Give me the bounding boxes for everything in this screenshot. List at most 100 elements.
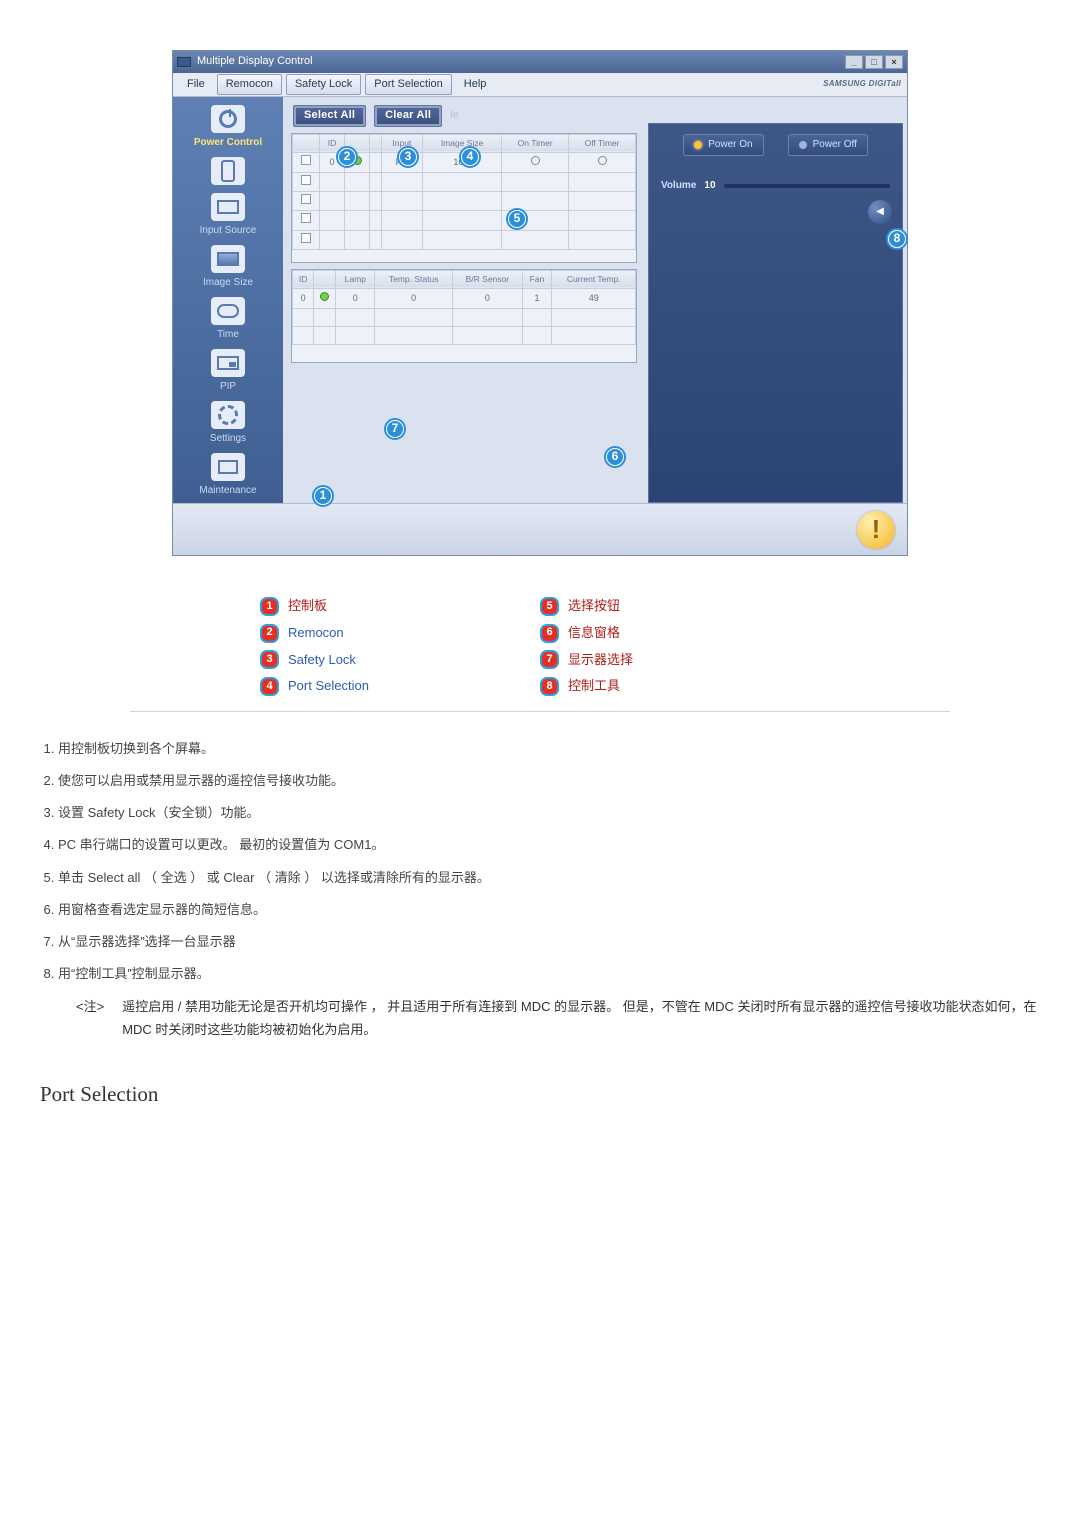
sidebar-item-label: Settings	[210, 431, 246, 447]
cell-temp-status: 0	[375, 289, 453, 308]
col-temp-status: Temp. Status	[375, 270, 453, 289]
col-off-timer: Off Timer	[569, 134, 636, 153]
sidebar-item-image-size[interactable]: Image Size	[173, 243, 283, 295]
power-off-button[interactable]: Power Off	[788, 134, 868, 156]
status-on-icon	[320, 292, 329, 301]
gear-icon	[211, 401, 245, 429]
samsung-logo: SAMSUNG DIGITall	[823, 78, 901, 91]
time-icon	[211, 297, 245, 325]
col-current-temp: Current Temp.	[552, 270, 636, 289]
note-item: PC 串行端口的设置可以更改。 最初的设置值为 COM1。	[58, 834, 1040, 856]
col-check	[293, 134, 320, 153]
off-timer-icon	[598, 156, 607, 165]
legend-badge: 8	[540, 677, 559, 696]
volume-label: Volume	[661, 178, 696, 194]
menu-safety-lock[interactable]: Safety Lock	[286, 74, 361, 96]
power-icon	[211, 105, 245, 133]
legend-text: Remocon	[288, 623, 344, 644]
legend-badge: 6	[540, 624, 559, 643]
row-checkbox[interactable]	[301, 175, 311, 185]
power-on-indicator-icon	[694, 141, 702, 149]
app-icon	[177, 57, 191, 67]
menu-port-selection[interactable]: Port Selection	[365, 74, 451, 96]
legend-text: 选择按钮	[568, 596, 620, 617]
main-panel: Select All Clear All le ID	[283, 97, 907, 503]
volume-control: Volume 10	[661, 178, 890, 194]
note-item: 单击 Select all （ 全选 ） 或 Clear （ 清除 ） 以选择或…	[58, 867, 1040, 889]
cell-cur-temp: 49	[552, 289, 636, 308]
sidebar-item-label: Image Size	[203, 275, 253, 291]
cell-id: 0	[293, 289, 314, 308]
col-fan: Fan	[522, 270, 552, 289]
row-checkbox[interactable]	[301, 233, 311, 243]
pip-icon	[211, 349, 245, 377]
notes-list: 用控制板切换到各个屏幕。 使您可以启用或禁用显示器的遥控信号接收功能。 设置 S…	[58, 738, 1040, 985]
window-title: Multiple Display Control	[197, 53, 313, 71]
badge-1: 1	[312, 485, 334, 507]
power-on-label: Power On	[708, 137, 752, 153]
legend-badge: 5	[540, 597, 559, 616]
note-item: 使您可以启用或禁用显示器的遥控信号接收功能。	[58, 770, 1040, 792]
note-item: 用窗格查看选定显示器的简短信息。	[58, 899, 1040, 921]
alert-icon: !	[857, 511, 895, 549]
sidebar-item-input-source[interactable]: Input Source	[173, 191, 283, 243]
badge-2: 2	[336, 146, 358, 168]
clear-all-button[interactable]: Clear All	[374, 105, 442, 127]
sidebar-item-label: PIP	[220, 379, 236, 395]
col-status	[314, 270, 336, 289]
volume-value: 10	[704, 178, 715, 194]
note-item: 用“控制工具”控制显示器。	[58, 963, 1040, 985]
speaker-icon[interactable]: ◀	[868, 200, 892, 224]
sidebar-item-pip[interactable]: PIP	[173, 347, 283, 399]
sidebar-item-maintenance[interactable]: Maintenance	[173, 451, 283, 503]
sidebar: Power Control Input Source Image Size	[173, 97, 283, 503]
footnote-text: 遥控启用 / 禁用功能无论是否开机均可操作 ， 并且适用于所有连接到 MDC 的…	[122, 995, 1040, 1042]
sidebar-item-remocon[interactable]	[173, 155, 283, 191]
note-item: 用控制板切换到各个屏幕。	[58, 738, 1040, 760]
row-checkbox[interactable]	[301, 213, 311, 223]
badge-5: 5	[506, 208, 528, 230]
row-checkbox[interactable]	[301, 155, 311, 165]
col-on-timer: On Timer	[502, 134, 569, 153]
badge-3: 3	[397, 146, 419, 168]
sidebar-item-power-control[interactable]: Power Control	[173, 103, 283, 155]
menu-file[interactable]: File	[179, 75, 213, 95]
legend-text: 控制板	[288, 596, 327, 617]
legend-badge: 1	[260, 597, 279, 616]
legend-badge: 7	[540, 650, 559, 669]
legend-badge: 4	[260, 677, 279, 696]
cell-lamp: 0	[336, 289, 375, 308]
window-controls: _ □ ×	[845, 55, 903, 69]
legend-text: Safety Lock	[288, 650, 356, 671]
info-grid: ID Lamp Temp. Status B/R Sensor Fan Curr…	[291, 269, 637, 363]
legend-badge: 3	[260, 650, 279, 669]
divider	[130, 711, 950, 712]
close-button[interactable]: ×	[885, 55, 903, 69]
title-bar: Multiple Display Control _ □ ×	[173, 51, 907, 73]
volume-slider[interactable]	[724, 184, 890, 188]
note-item: 设置 Safety Lock（安全锁）功能。	[58, 802, 1040, 824]
input-source-icon	[211, 193, 245, 221]
on-timer-icon	[531, 156, 540, 165]
row-checkbox[interactable]	[301, 194, 311, 204]
menu-help[interactable]: Help	[456, 75, 495, 95]
power-off-indicator-icon	[799, 141, 807, 149]
select-all-button[interactable]: Select All	[293, 105, 366, 127]
sidebar-item-time[interactable]: Time	[173, 295, 283, 347]
power-on-button[interactable]: Power On	[683, 134, 763, 156]
legend: 1控制板 5选择按钮 2Remocon 6信息窗格 3Safety Lock 7…	[260, 596, 820, 697]
menu-remocon[interactable]: Remocon	[217, 74, 282, 96]
legend-text: Port Selection	[288, 676, 369, 697]
minimize-button[interactable]: _	[845, 55, 863, 69]
status-bar: !	[173, 503, 907, 555]
toolbar-trailing-text: le	[450, 107, 459, 125]
sidebar-item-settings[interactable]: Settings	[173, 399, 283, 451]
maximize-button[interactable]: □	[865, 55, 883, 69]
info-row[interactable]: 0 0 0 0 1 49	[293, 289, 636, 308]
cell-br-sensor: 0	[453, 289, 522, 308]
legend-text: 控制工具	[568, 676, 620, 697]
badge-7: 7	[384, 418, 406, 440]
maintenance-icon	[211, 453, 245, 481]
badge-6: 6	[604, 446, 626, 468]
remote-icon	[211, 157, 245, 185]
